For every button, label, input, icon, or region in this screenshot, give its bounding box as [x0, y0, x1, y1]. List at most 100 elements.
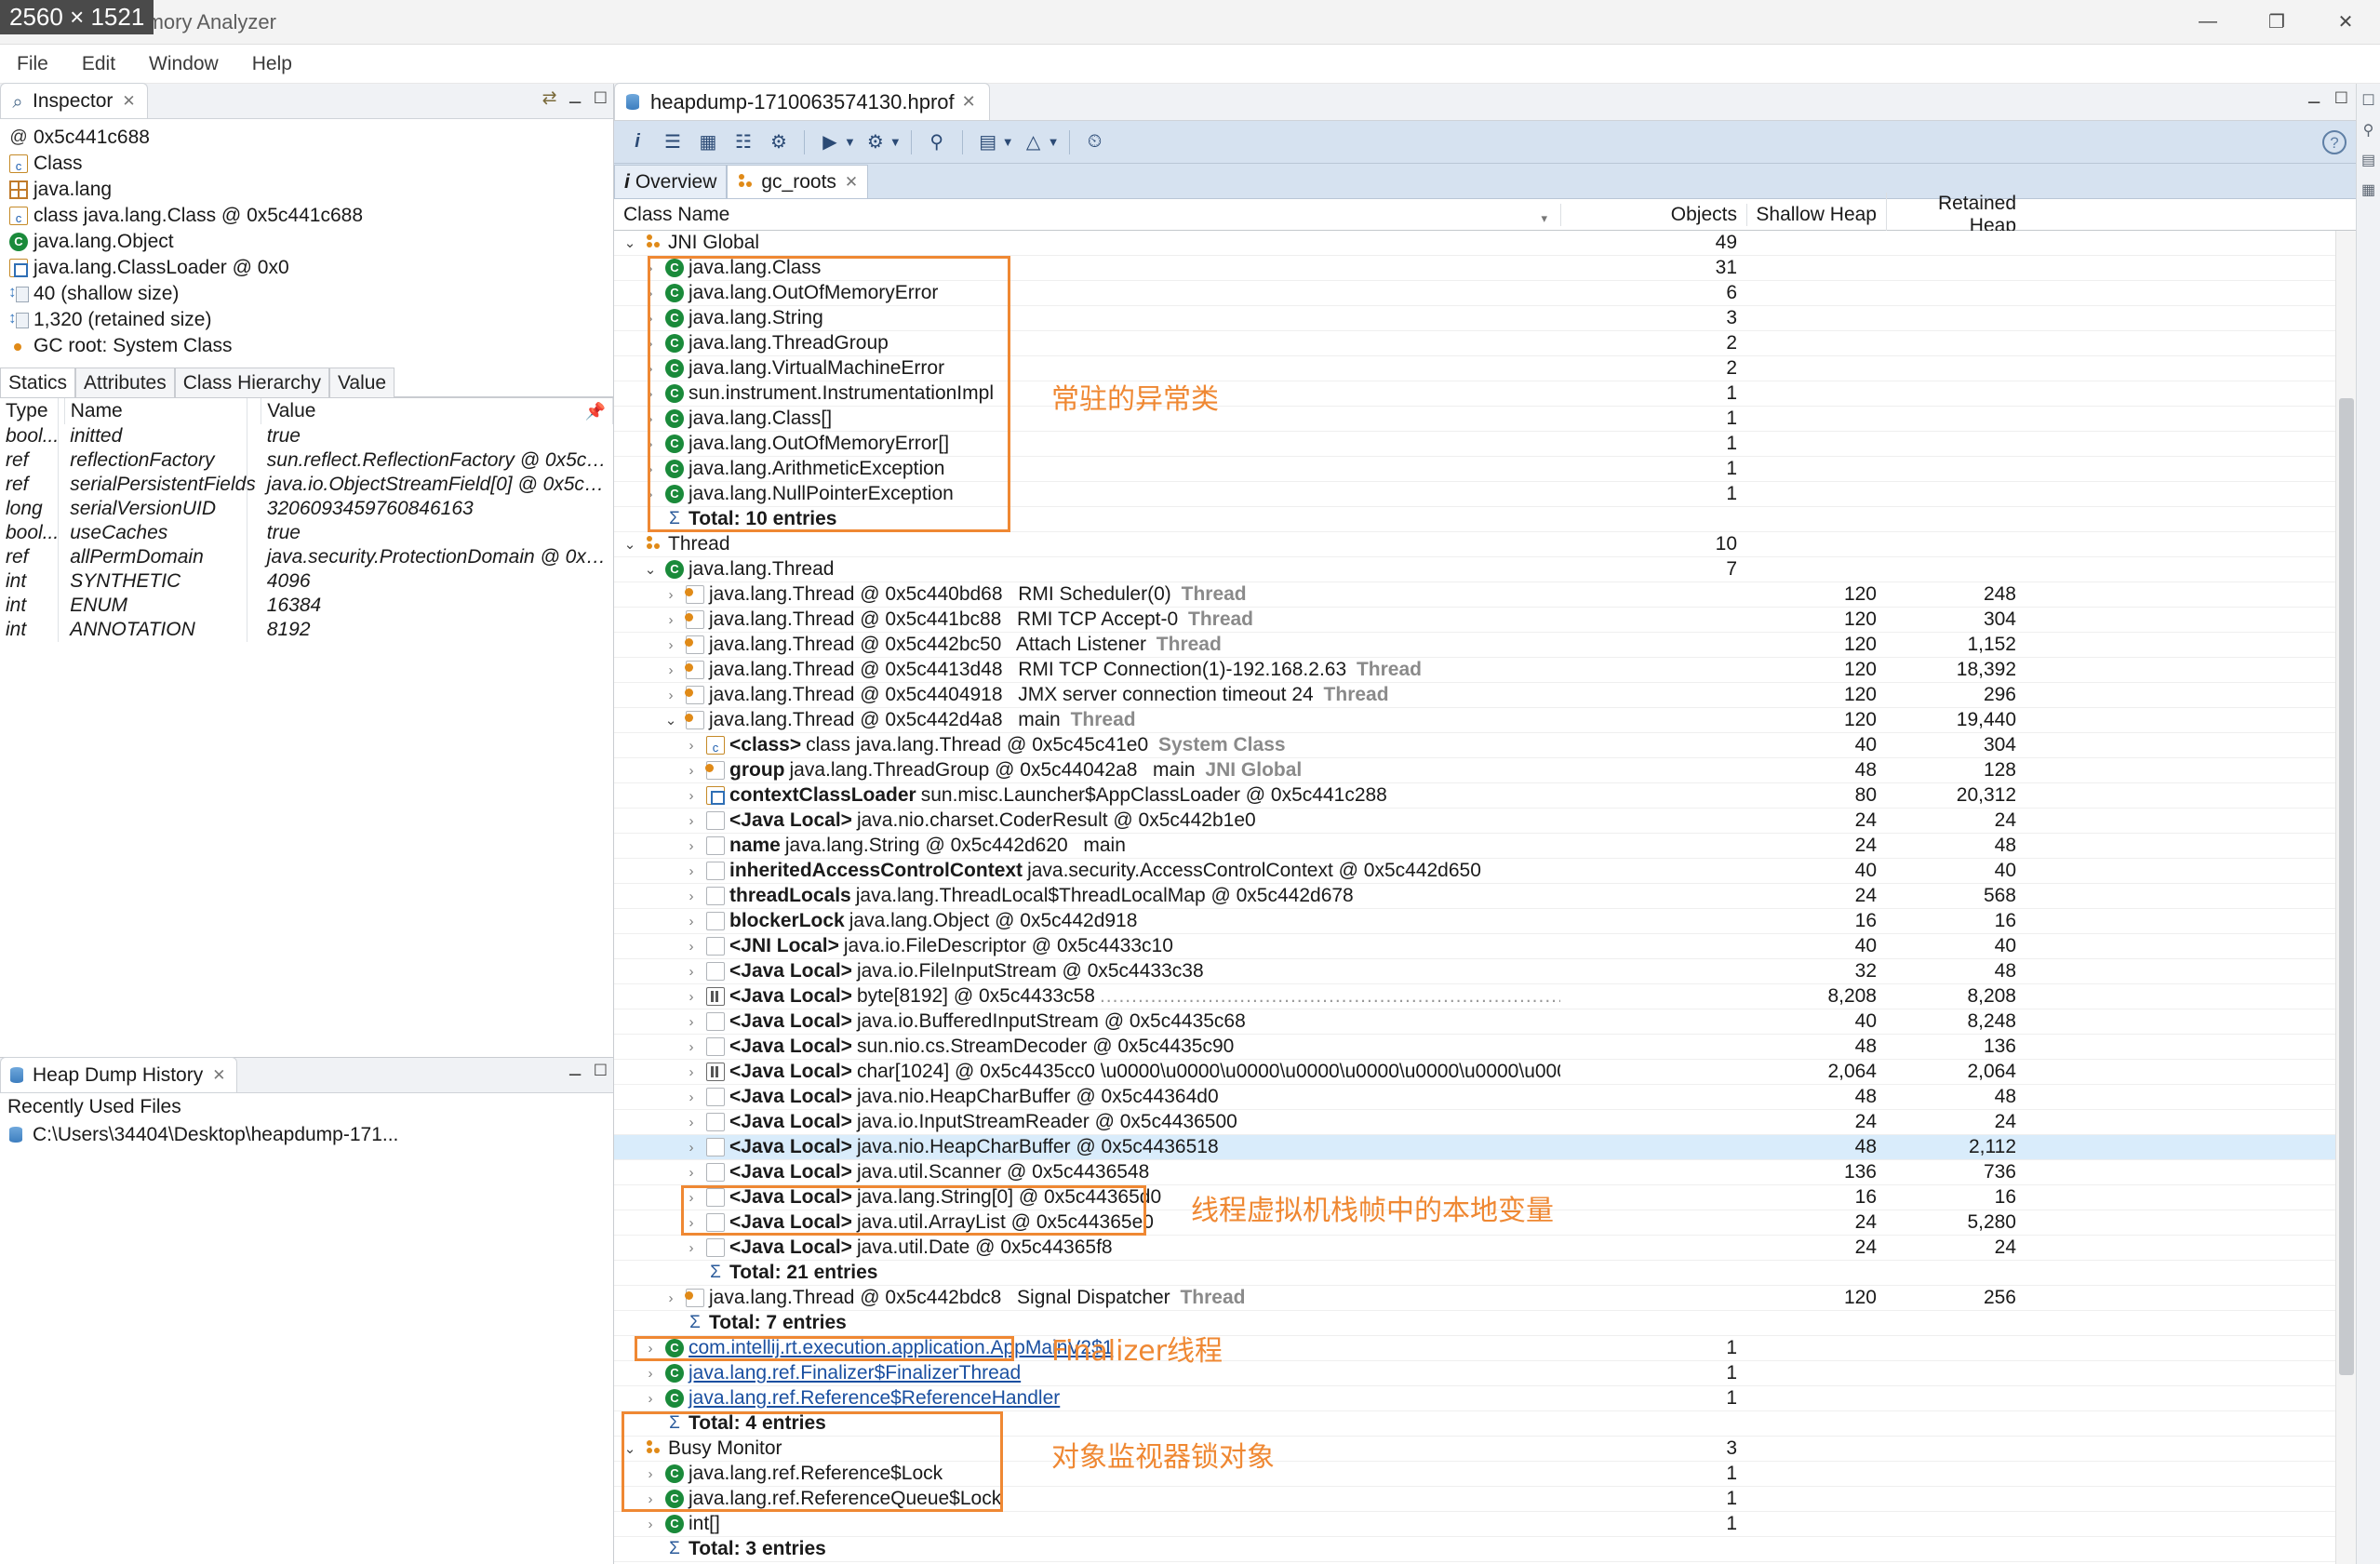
chevron-down-icon[interactable]: ⌄ — [620, 234, 640, 251]
table-row[interactable]: ⌄ java.lang.Thread 7 — [614, 557, 2356, 582]
vertical-scrollbar[interactable] — [2335, 231, 2356, 1564]
tab-gc-roots[interactable]: gc_roots ✕ — [727, 165, 869, 198]
table-row[interactable]: › java.lang.Thread @ 0x5c442bc50 Attach L… — [614, 633, 2356, 658]
table-row[interactable]: › threadLocals java.lang.ThreadLocal$Thre… — [614, 884, 2356, 909]
table-row[interactable]: › <Java Local> java.util.ArrayList @ 0x5c… — [614, 1210, 2356, 1236]
dominator-tree-icon[interactable]: ▦ — [692, 126, 724, 159]
chevron-down-icon[interactable]: ⌄ — [620, 1440, 640, 1457]
info-icon[interactable]: i — [622, 126, 653, 159]
chevron-right-icon[interactable]: › — [681, 1115, 702, 1130]
col-name[interactable]: Name — [64, 398, 262, 424]
table-row[interactable]: ⌄ Thread 10 — [614, 532, 2356, 557]
table-row[interactable]: › java.lang.Thread @ 0x5c4404918 JMX serv… — [614, 683, 2356, 708]
list-item[interactable]: class java.lang.Class @ 0x5c441c688 — [4, 203, 613, 229]
chevron-right-icon[interactable]: › — [640, 1391, 661, 1407]
table-row[interactable]: Total: 7 entries — [614, 1311, 2356, 1336]
list-item[interactable]: Class — [4, 151, 613, 177]
table-row[interactable]: ⌄ java.lang.Thread @ 0x5c442d4a8 main Thr… — [614, 708, 2356, 733]
chevron-down-icon[interactable]: ▼ — [1002, 135, 1014, 149]
table-row[interactable]: › java.lang.String 3 — [614, 306, 2356, 331]
table-row[interactable]: Total: 3 entries — [614, 1537, 2356, 1562]
chevron-right-icon[interactable]: › — [681, 964, 702, 980]
chevron-right-icon[interactable]: › — [640, 261, 661, 276]
chevron-right-icon[interactable]: › — [640, 361, 661, 377]
chevron-right-icon[interactable]: › — [640, 487, 661, 502]
list-item[interactable]: 40 (shallow size) — [4, 281, 613, 307]
table-row[interactable]: › java.lang.Thread @ 0x5c440bd68 RMI Sche… — [614, 582, 2356, 608]
table-row[interactable]: ref reflectionFactory sun.reflect.Reflecti… — [0, 448, 613, 473]
list-item[interactable]: java.lang.Object — [4, 229, 613, 255]
col-shallow-heap[interactable]: Shallow Heap — [1746, 203, 1886, 226]
chevron-right-icon[interactable]: › — [681, 1064, 702, 1080]
close-icon[interactable]: ✕ — [212, 1066, 225, 1085]
minimize-button[interactable]: — — [2173, 0, 2242, 45]
close-icon[interactable]: ✕ — [962, 92, 976, 112]
chevron-right-icon[interactable]: › — [661, 587, 681, 603]
chevron-right-icon[interactable]: › — [681, 939, 702, 955]
chevron-right-icon[interactable]: › — [661, 688, 681, 703]
pin-icon[interactable]: 📌 — [585, 402, 606, 421]
chevron-down-icon[interactable]: ▼ — [889, 135, 902, 149]
list-item[interactable]: GC root: System Class — [4, 333, 613, 359]
table-row[interactable]: › <Java Local> byte[8192] @ 0x5c4433c58 .… — [614, 984, 2356, 1009]
tab-attributes[interactable]: Attributes — [75, 368, 175, 397]
table-row[interactable]: › java.lang.ref.Reference$ReferenceHandle… — [614, 1386, 2356, 1411]
chevron-right-icon[interactable]: › — [640, 386, 661, 402]
table-row[interactable]: › <Java Local> java.lang.String[0] @ 0x5c… — [614, 1185, 2356, 1210]
table-row[interactable]: › <Java Local> java.io.FileInputStream @ … — [614, 959, 2356, 984]
help-icon[interactable]: ? — [2322, 130, 2347, 154]
table-row[interactable]: bool... useCaches true — [0, 521, 613, 545]
table-row[interactable]: › <Java Local> java.nio.HeapCharBuffer @ … — [614, 1135, 2356, 1160]
menu-item-file[interactable]: File — [0, 45, 65, 84]
chevron-down-icon[interactable]: ▼ — [844, 135, 856, 149]
chevron-right-icon[interactable]: › — [640, 436, 661, 452]
table-row[interactable]: › java.lang.NullPointerException 1 — [614, 482, 2356, 507]
table-row[interactable]: Total: 21 entries — [614, 1261, 2356, 1286]
table-row[interactable]: › <class> class java.lang.Thread @ 0x5c45… — [614, 733, 2356, 758]
chevron-right-icon[interactable]: › — [681, 1039, 702, 1055]
table-row[interactable]: › java.lang.OutOfMemoryError 6 — [614, 281, 2356, 306]
chevron-right-icon[interactable]: › — [681, 1014, 702, 1030]
table-row[interactable]: › <Java Local> char[1024] @ 0x5c4435cc0 \… — [614, 1060, 2356, 1085]
table-row[interactable]: › java.lang.Thread @ 0x5c442bdc8 Signal D… — [614, 1286, 2356, 1311]
history-icon[interactable]: ▦ — [2361, 180, 2375, 199]
maximize-icon[interactable]: ☐ — [594, 1062, 608, 1080]
table-row[interactable]: › java.lang.ref.Reference$Lock 1 — [614, 1462, 2356, 1487]
table-row[interactable]: long serialVersionUID 3206093459760846163 — [0, 497, 613, 521]
tab-inspector[interactable]: Inspector ✕ — [0, 83, 148, 118]
table-row[interactable]: ref serialPersistentFields java.io.ObjectS… — [0, 473, 613, 497]
chevron-right-icon[interactable]: › — [681, 763, 702, 779]
table-row[interactable]: › sun.instrument.InstrumentationImpl 1 — [614, 381, 2356, 407]
table-row[interactable]: › group java.lang.ThreadGroup @ 0x5c44042… — [614, 758, 2356, 783]
chevron-right-icon[interactable]: › — [681, 1240, 702, 1256]
table-row[interactable]: bool... initted true — [0, 424, 613, 448]
list-item[interactable]: java.lang — [4, 177, 613, 203]
table-row[interactable]: › <Java Local> sun.nio.cs.StreamDecoder @… — [614, 1035, 2356, 1060]
table-row[interactable]: › name java.lang.String @ 0x5c442d620 mai… — [614, 834, 2356, 859]
table-row[interactable]: int ENUM 16384 — [0, 594, 613, 618]
close-icon[interactable]: ✕ — [845, 173, 858, 192]
col-type[interactable]: Type — [0, 398, 65, 424]
table-row[interactable]: › int[] 1 — [614, 1512, 2356, 1537]
chevron-right-icon[interactable]: › — [640, 1466, 661, 1482]
calculator-icon[interactable]: ▤ — [972, 126, 1004, 159]
histogram-icon[interactable]: ☰ — [657, 126, 689, 159]
table-row[interactable]: › java.lang.VirtualMachineError 2 — [614, 356, 2356, 381]
table-row[interactable]: › java.lang.ref.ReferenceQueue$Lock 1 — [614, 1487, 2356, 1512]
table-row[interactable]: Total: 10 entries — [614, 507, 2356, 532]
table-row[interactable]: ⌄ Busy Monitor 3 — [614, 1437, 2356, 1462]
table-row[interactable]: › java.lang.Class[] 1 — [614, 407, 2356, 432]
table-row[interactable]: › contextClassLoader sun.misc.Launcher$Ap… — [614, 783, 2356, 809]
chevron-right-icon[interactable]: › — [640, 411, 661, 427]
table-row[interactable]: ref allPermDomain java.security.Protection… — [0, 545, 613, 569]
table-row[interactable]: › <Java Local> java.io.InputStreamReader … — [614, 1110, 2356, 1135]
table-row[interactable]: › java.lang.ref.Finalizer$FinalizerThread… — [614, 1361, 2356, 1386]
table-row[interactable]: ⌄ JNI Global 49 — [614, 231, 2356, 256]
table-row[interactable]: › com.intellij.rt.execution.application.A… — [614, 1336, 2356, 1361]
chevron-down-icon[interactable]: ⌄ — [640, 561, 661, 578]
chevron-right-icon[interactable]: › — [661, 662, 681, 678]
chevron-down-icon[interactable]: ⌄ — [620, 536, 640, 553]
chevron-right-icon[interactable]: › — [661, 1290, 681, 1306]
chevron-down-icon[interactable]: ⌄ — [661, 712, 681, 729]
table-row[interactable]: › java.lang.Thread @ 0x5c4413d48 RMI TCP … — [614, 658, 2356, 683]
